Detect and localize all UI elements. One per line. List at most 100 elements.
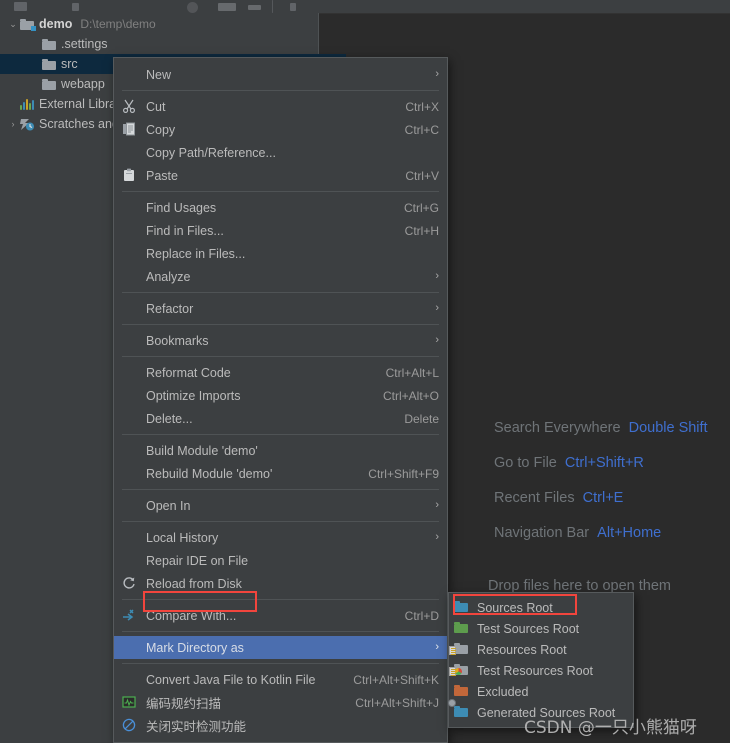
menu-item-analyze[interactable]: Analyze › xyxy=(114,265,447,288)
menu-item-label: Mark Directory as xyxy=(146,640,244,655)
menu-separator xyxy=(122,489,439,490)
menu-item-build-module-demo[interactable]: Build Module 'demo' xyxy=(114,439,447,462)
menu-item-mark-directory-as[interactable]: Mark Directory as › xyxy=(114,636,447,659)
toolbar-icon-2[interactable] xyxy=(72,3,79,11)
editor-hint-key: Alt+Home xyxy=(597,525,662,541)
tree-row[interactable]: .settings xyxy=(0,34,346,54)
ide-window: ⌄ demo D:\temp\demo .settings src webapp Exter… xyxy=(0,0,730,743)
toolbar-strip[interactable] xyxy=(0,0,730,14)
chevron-right-icon: › xyxy=(435,499,439,511)
tree-expand-arrow[interactable]: ⌄ xyxy=(6,19,20,29)
menu-item-label: Open In xyxy=(146,498,191,513)
editor-hint-row: Search Everywhere Double Shift xyxy=(494,420,730,436)
menu-item-icon-empty xyxy=(122,269,142,285)
cut-icon xyxy=(122,99,142,115)
menu-item-reload-from-disk[interactable]: Reload from Disk xyxy=(114,572,447,595)
menu-item-label: Copy Path/Reference... xyxy=(146,145,276,160)
menu-item-[interactable]: 编码规约扫描 Ctrl+Alt+Shift+J xyxy=(114,691,447,714)
toolbar-icon-6[interactable] xyxy=(290,3,296,11)
toolbar-divider xyxy=(272,0,273,13)
menu-item-label: Rebuild Module 'demo' xyxy=(146,466,273,481)
menu-item-icon-empty xyxy=(122,411,142,427)
menu-item-delete[interactable]: Delete... Delete xyxy=(114,407,447,430)
submenu-item-label: Test Resources Root xyxy=(477,663,594,678)
menu-item-label: Find in Files... xyxy=(146,223,224,238)
toolbar-icon-3[interactable] xyxy=(187,2,198,13)
toolbar-icon-4[interactable] xyxy=(218,3,236,11)
submenu-item-test-sources-root[interactable]: Test Sources Root xyxy=(449,618,633,639)
tree-item-label: demo xyxy=(39,17,73,31)
menu-item-label: Reload from Disk xyxy=(146,576,242,591)
menu-item-icon-empty xyxy=(122,67,142,83)
test-resources-root-icon xyxy=(449,663,472,679)
menu-item-shortcut: Ctrl+Alt+O xyxy=(382,388,439,403)
tree-expand-arrow[interactable]: › xyxy=(6,119,20,129)
chevron-right-icon: › xyxy=(435,641,439,653)
chevron-right-icon: › xyxy=(435,334,439,346)
menu-item-copy[interactable]: Copy Ctrl+C xyxy=(114,118,447,141)
menu-item-label: Repair IDE on File xyxy=(146,553,249,568)
folder-icon xyxy=(42,38,57,50)
menu-item-find-usages[interactable]: Find Usages Ctrl+G xyxy=(114,196,447,219)
menu-item-bookmarks[interactable]: Bookmarks › xyxy=(114,329,447,352)
menu-item-cut[interactable]: Cut Ctrl+X xyxy=(114,95,447,118)
menu-separator xyxy=(122,292,439,293)
menu-separator xyxy=(122,90,439,91)
menu-item-shortcut: Ctrl+Alt+L xyxy=(385,365,439,380)
menu-item-optimize-imports[interactable]: Optimize Imports Ctrl+Alt+O xyxy=(114,384,447,407)
editor-hint-label: Go to File xyxy=(494,455,557,471)
menu-item-repair-ide-on-file[interactable]: Repair IDE on File xyxy=(114,549,447,572)
menu-item-shortcut: Ctrl+C xyxy=(404,122,439,137)
menu-item-shortcut: Ctrl+Alt+Shift+K xyxy=(353,672,439,687)
menu-item-[interactable]: 关闭实时检测功能 xyxy=(114,714,447,737)
menu-item-convert-java-file-to-kotlin-file[interactable]: Convert Java File to Kotlin File Ctrl+Alt… xyxy=(114,668,447,691)
toolbar-icon-5[interactable] xyxy=(248,5,261,10)
menu-item-icon-empty xyxy=(122,388,142,404)
menu-item-icon-empty xyxy=(122,145,142,161)
menu-item-compare-with[interactable]: Compare With... Ctrl+D xyxy=(114,604,447,627)
editor-hint-key: Double Shift xyxy=(628,420,708,436)
menu-item-new[interactable]: New › xyxy=(114,63,447,86)
toolbar-icon-1[interactable] xyxy=(14,2,27,11)
menu-item-open-in[interactable]: Open In › xyxy=(114,494,447,517)
menu-item-copy-path-reference[interactable]: Copy Path/Reference... xyxy=(114,141,447,164)
mark-directory-as-submenu[interactable]: Sources Root Test Sources Root Resources R… xyxy=(448,592,634,728)
submenu-item-test-resources-root[interactable]: Test Resources Root xyxy=(449,660,633,681)
editor-hint-row: Recent Files Ctrl+E xyxy=(494,490,730,506)
menu-item-label: Local History xyxy=(146,530,219,545)
disable-icon xyxy=(122,718,142,734)
menu-item-icon-empty xyxy=(122,301,142,317)
menu-item-refactor[interactable]: Refactor › xyxy=(114,297,447,320)
folder-icon xyxy=(42,58,57,70)
menu-separator xyxy=(122,324,439,325)
scratches-icon xyxy=(20,118,35,131)
submenu-item-label: Sources Root xyxy=(477,600,553,615)
module-badge xyxy=(31,26,36,31)
menu-separator xyxy=(122,663,439,664)
submenu-item-label: Test Sources Root xyxy=(477,621,580,636)
copy-icon xyxy=(122,122,142,138)
submenu-item-resources-root[interactable]: Resources Root xyxy=(449,639,633,660)
menu-item-replace-in-files[interactable]: Replace in Files... xyxy=(114,242,447,265)
menu-item-find-in-files[interactable]: Find in Files... Ctrl+H xyxy=(114,219,447,242)
context-menu[interactable]: New › Cut Ctrl+X Copy Ctrl+C Copy Path/Referen… xyxy=(113,57,448,743)
compare-icon xyxy=(122,608,142,624)
menu-item-shortcut: Ctrl+V xyxy=(405,168,439,183)
menu-item-label: 关闭实时检测功能 xyxy=(146,720,247,734)
menu-item-local-history[interactable]: Local History › xyxy=(114,526,447,549)
menu-item-label: Replace in Files... xyxy=(146,246,246,261)
menu-item-icon-empty xyxy=(122,672,142,688)
menu-item-rebuild-module-demo[interactable]: Rebuild Module 'demo' Ctrl+Shift+F9 xyxy=(114,462,447,485)
menu-item-icon-empty xyxy=(122,530,142,546)
submenu-item-excluded[interactable]: Excluded xyxy=(449,681,633,702)
menu-item-label: Refactor xyxy=(146,301,194,316)
menu-separator xyxy=(122,434,439,435)
folder-icon xyxy=(42,78,57,90)
menu-item-label: Cut xyxy=(146,99,166,114)
menu-item-paste[interactable]: Paste Ctrl+V xyxy=(114,164,447,187)
tree-row[interactable]: ⌄ demo D:\temp\demo xyxy=(0,14,324,34)
tree-item-path: D:\temp\demo xyxy=(80,17,156,31)
submenu-item-sources-root[interactable]: Sources Root xyxy=(449,597,633,618)
menu-item-reformat-code[interactable]: Reformat Code Ctrl+Alt+L xyxy=(114,361,447,384)
test-sources-root-icon xyxy=(454,621,472,637)
